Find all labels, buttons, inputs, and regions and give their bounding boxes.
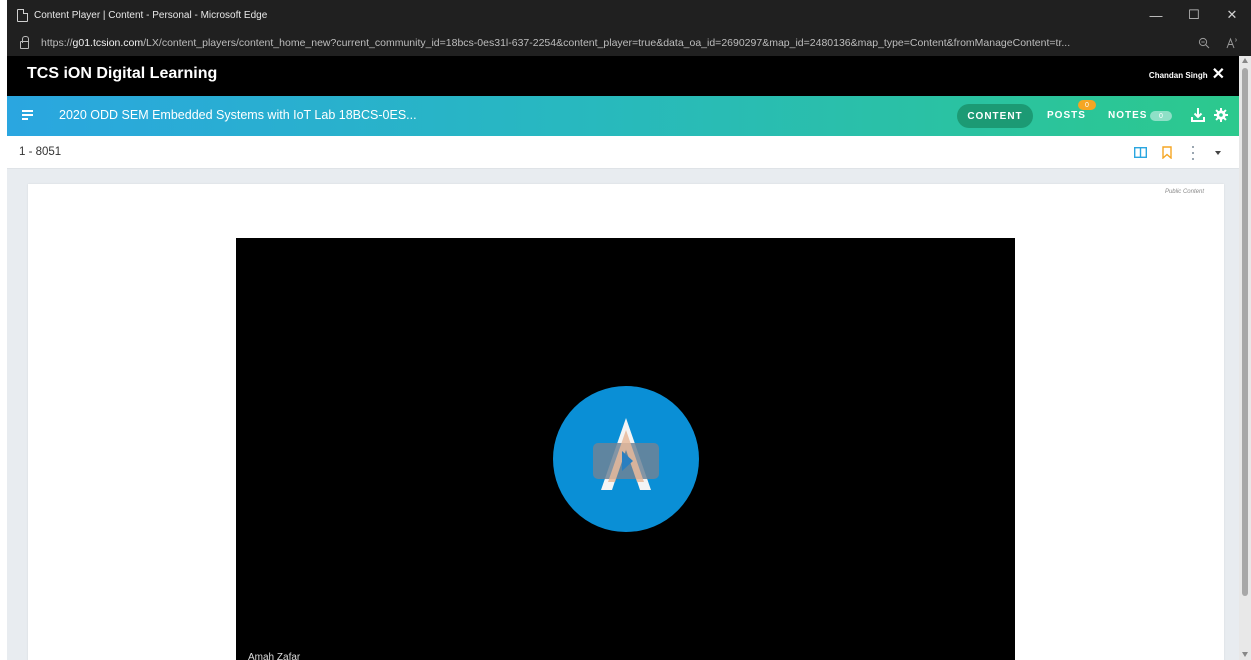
more-options-icon[interactable]: [1191, 146, 1195, 160]
chevron-down-icon[interactable]: [1215, 151, 1221, 155]
window-title: Content Player | Content - Personal - Mi…: [34, 9, 268, 21]
posts-count-badge: 0: [1078, 100, 1096, 110]
video-caption: Amah Zafar: [248, 652, 301, 660]
user-menu[interactable]: Chandan Singh ✕: [1148, 67, 1225, 83]
browser-window: Content Player | Content - Personal - Mi…: [7, 0, 1251, 660]
menu-icon[interactable]: [22, 110, 33, 121]
content-breadcrumb: 1 - 8051: [19, 146, 62, 158]
page-scrollbar[interactable]: [1239, 56, 1251, 660]
content-toolbar: 1 - 8051: [7, 136, 1239, 169]
maximize-button[interactable]: ☐: [1175, 0, 1213, 30]
app-logo-icon: [593, 418, 659, 490]
play-button[interactable]: [553, 386, 699, 532]
lock-icon[interactable]: [20, 36, 29, 49]
url-scheme: https://: [41, 37, 73, 49]
url-text[interactable]: https://g01.tcsion.com/LX/content_player…: [41, 37, 1161, 49]
read-aloud-icon[interactable]: [1226, 37, 1239, 49]
page-icon: [17, 8, 28, 22]
address-bar-icons: [1198, 30, 1239, 56]
zoom-icon[interactable]: [1198, 37, 1210, 49]
close-window-button[interactable]: ✕: [1213, 0, 1251, 30]
page-viewport: TCS iON Digital Learning Chandan Singh ✕…: [7, 56, 1239, 660]
content-card: Public Content Amah Zafar: [28, 184, 1224, 660]
minimize-button[interactable]: —: [1137, 0, 1175, 30]
url-path: /LX/content_players/content_home_new?cur…: [143, 37, 1071, 49]
bookmark-icon[interactable]: [1162, 146, 1172, 159]
course-title: 2020 ODD SEM Embedded Systems with IoT L…: [59, 108, 417, 122]
tab-content[interactable]: CONTENT: [957, 104, 1033, 128]
site-brand[interactable]: TCS iON Digital Learning: [27, 65, 217, 83]
site-header: TCS iON Digital Learning Chandan Singh ✕: [7, 56, 1239, 96]
course-bar: 2020 ODD SEM Embedded Systems with IoT L…: [7, 96, 1239, 136]
book-icon[interactable]: [1134, 147, 1147, 158]
download-icon[interactable]: [1191, 107, 1205, 123]
gear-icon[interactable]: [1214, 108, 1228, 122]
title-bar: Content Player | Content - Personal - Mi…: [7, 0, 1251, 30]
user-name: Chandan Singh: [1148, 70, 1208, 80]
scroll-up-icon[interactable]: [1242, 58, 1248, 63]
tab-posts[interactable]: POSTS: [1047, 110, 1086, 121]
public-content-label: Public Content: [1164, 189, 1204, 195]
scroll-down-icon[interactable]: [1242, 652, 1248, 657]
notes-count-badge: 0: [1150, 111, 1172, 121]
close-icon[interactable]: ✕: [1212, 67, 1225, 83]
video-player[interactable]: Amah Zafar: [236, 238, 1015, 660]
url-host: g01.tcsion.com: [72, 37, 144, 49]
window-controls: — ☐ ✕: [1137, 0, 1251, 30]
tab-notes[interactable]: NOTES: [1108, 110, 1147, 121]
window-edge: [0, 0, 7, 660]
address-bar[interactable]: https://g01.tcsion.com/LX/content_player…: [7, 30, 1251, 56]
scrollbar-thumb[interactable]: [1242, 68, 1248, 596]
